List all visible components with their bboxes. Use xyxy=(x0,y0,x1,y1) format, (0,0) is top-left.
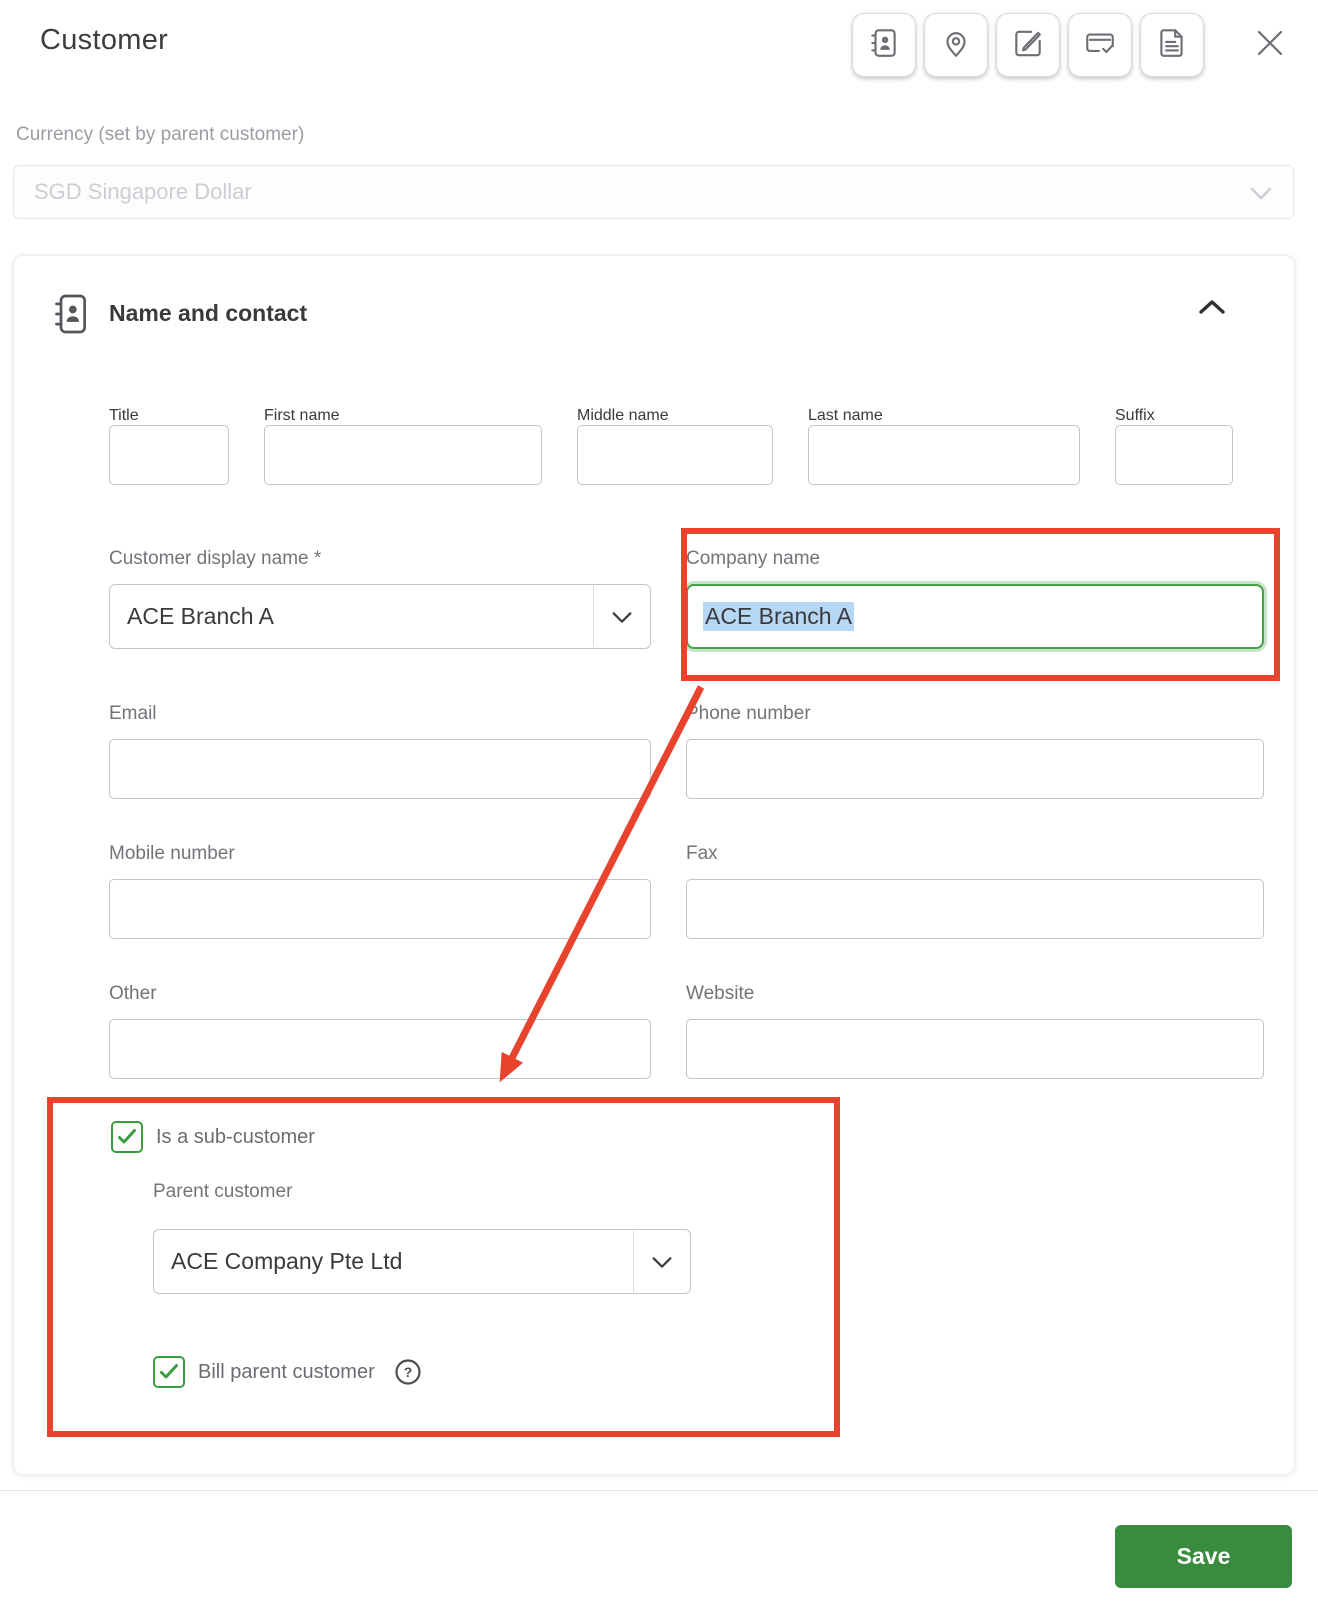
is-sub-customer-checkbox-row[interactable]: Is a sub-customer xyxy=(111,1121,315,1153)
middle-name-label: Middle name xyxy=(577,407,669,424)
collapse-section-button[interactable] xyxy=(1194,294,1230,324)
currency-select: SGD Singapore Dollar xyxy=(13,165,1294,219)
address-book-icon xyxy=(52,292,88,341)
other-input[interactable] xyxy=(109,1019,651,1079)
email-input[interactable] xyxy=(109,739,651,799)
close-icon xyxy=(1255,28,1285,63)
selected-text: ACE Branch A xyxy=(703,602,855,631)
last-name-label: Last name xyxy=(808,407,883,424)
display-name-dropdown[interactable]: ACE Branch A xyxy=(109,584,651,649)
email-field-group: Email xyxy=(109,703,651,799)
parent-customer-label: Parent customer xyxy=(153,1181,293,1202)
bill-parent-label: Bill parent customer xyxy=(198,1360,375,1383)
fax-label: Fax xyxy=(686,843,718,864)
payment-card-icon xyxy=(1083,26,1117,65)
display-name-field-group: Customer display name * ACE Branch A xyxy=(109,548,651,649)
website-field-group: Website xyxy=(686,983,1264,1079)
display-name-value: ACE Branch A xyxy=(127,603,275,629)
parent-customer-value: ACE Company Pte Ltd xyxy=(171,1248,403,1274)
location-pin-button[interactable] xyxy=(924,13,988,77)
first-name-field-group: First name xyxy=(264,407,542,485)
parent-customer-dropdown[interactable]: ACE Company Pte Ltd xyxy=(153,1229,691,1294)
currency-value: SGD Singapore Dollar xyxy=(34,179,252,204)
website-input[interactable] xyxy=(686,1019,1264,1079)
first-name-label: First name xyxy=(264,407,340,424)
phone-input[interactable] xyxy=(686,739,1264,799)
toolbar xyxy=(852,13,1204,77)
chevron-down-icon xyxy=(1247,181,1275,211)
website-label: Website xyxy=(686,983,755,1004)
customer-drawer: Customer Currency (set by parent custome… xyxy=(0,0,1318,1612)
middle-name-field-group: Middle name xyxy=(577,407,773,485)
parent-customer-field-group: ACE Company Pte Ltd xyxy=(153,1229,691,1294)
chevron-up-icon xyxy=(1196,296,1228,323)
edit-note-button[interactable] xyxy=(996,13,1060,77)
checkbox-checked-icon[interactable] xyxy=(153,1356,185,1388)
company-name-input[interactable]: ACE Branch A xyxy=(686,584,1264,649)
close-button[interactable] xyxy=(1254,29,1286,61)
fax-field-group: Fax xyxy=(686,843,1264,939)
title-input[interactable] xyxy=(109,425,229,485)
email-label: Email xyxy=(109,703,157,724)
bill-parent-checkbox-row[interactable]: Bill parent customer ? xyxy=(153,1356,422,1388)
chevron-down-icon xyxy=(649,1250,675,1280)
title-field-group: Title xyxy=(109,407,229,485)
other-label: Other xyxy=(109,983,157,1004)
suffix-input[interactable] xyxy=(1115,425,1233,485)
currency-label: Currency (set by parent customer) xyxy=(16,124,305,145)
edit-note-icon xyxy=(1011,26,1045,65)
name-fields-row: Title First name Middle name Last name S… xyxy=(109,407,1261,485)
payment-card-button[interactable] xyxy=(1068,13,1132,77)
display-name-label: Customer display name * xyxy=(109,548,322,569)
contact-card-icon xyxy=(867,26,901,65)
is-sub-customer-label: Is a sub-customer xyxy=(156,1125,315,1148)
company-name-label: Company name xyxy=(686,548,821,569)
mobile-input[interactable] xyxy=(109,879,651,939)
fax-input[interactable] xyxy=(686,879,1264,939)
checkbox-checked-icon[interactable] xyxy=(111,1121,143,1153)
location-pin-icon xyxy=(939,26,973,65)
mobile-label: Mobile number xyxy=(109,843,235,864)
page-title: Customer xyxy=(40,24,169,56)
document-notes-icon xyxy=(1155,26,1189,65)
mobile-field-group: Mobile number xyxy=(109,843,651,939)
last-name-field-group: Last name xyxy=(808,407,1080,485)
help-glyph: ? xyxy=(403,1364,412,1380)
phone-field-group: Phone number xyxy=(686,703,1264,799)
first-name-input[interactable] xyxy=(264,425,542,485)
chevron-down-icon xyxy=(609,605,635,635)
phone-label: Phone number xyxy=(686,703,811,724)
save-button[interactable]: Save xyxy=(1115,1525,1292,1588)
footer-divider xyxy=(0,1490,1318,1491)
document-notes-button[interactable] xyxy=(1140,13,1204,77)
title-label: Title xyxy=(109,407,139,424)
other-field-group: Other xyxy=(109,983,651,1079)
company-name-field-group: Company name ACE Branch A xyxy=(686,548,1264,649)
section-title: Name and contact xyxy=(109,300,308,326)
name-contact-card: Name and contact Title First name Middle… xyxy=(13,255,1295,1475)
last-name-input[interactable] xyxy=(808,425,1080,485)
suffix-label: Suffix xyxy=(1115,407,1155,424)
contact-card-button[interactable] xyxy=(852,13,916,77)
help-icon[interactable]: ? xyxy=(394,1358,422,1386)
middle-name-input[interactable] xyxy=(577,425,773,485)
suffix-field-group: Suffix xyxy=(1115,407,1233,485)
